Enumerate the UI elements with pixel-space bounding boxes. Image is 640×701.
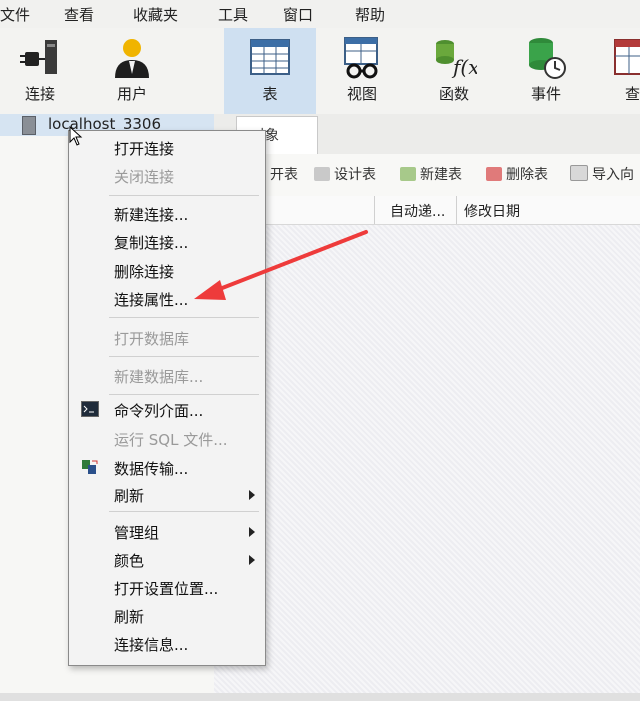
menu-command-line[interactable]: 命令列介面... — [69, 397, 265, 423]
menu-window[interactable]: 窗口 — [283, 4, 313, 25]
menu-help[interactable]: 帮助 — [355, 4, 385, 25]
menu-delete-connection-label: 删除连接 — [114, 263, 175, 281]
annotation-arrow-icon — [194, 230, 368, 300]
function-button[interactable]: f(x) 函数 — [412, 28, 496, 114]
menu-connection-info-label: 连接信息... — [114, 636, 189, 654]
table-header: 自动递... 修改日期 — [214, 196, 640, 225]
col-auto-increment[interactable]: 自动递... — [390, 201, 445, 221]
object-toolbar: 开表 设计表 新建表 删除表 导入向 — [214, 154, 640, 197]
delete-table-label: 删除表 — [506, 167, 548, 183]
design-table-button[interactable]: 设计表 — [314, 164, 376, 184]
menu-new-connection[interactable]: 新建连接... — [69, 201, 265, 227]
import-icon — [570, 165, 588, 181]
submenu-arrow-icon — [249, 555, 255, 565]
menu-connection-info[interactable]: 连接信息... — [69, 631, 265, 657]
design-table-label: 设计表 — [334, 167, 376, 183]
new-table-button[interactable]: 新建表 — [400, 164, 462, 184]
menu-tools[interactable]: 工具 — [218, 4, 248, 25]
menu-separator — [109, 511, 259, 512]
menu-separator — [109, 195, 259, 196]
menu-color-label: 颜色 — [114, 552, 145, 570]
menu-refresh-submenu[interactable]: 刷新 — [69, 482, 265, 508]
server-icon — [22, 116, 36, 135]
query-icon — [614, 39, 640, 75]
import-wizard-label: 导入向 — [592, 167, 634, 183]
event-label: 事件 — [530, 85, 561, 103]
menu-separator — [109, 394, 259, 395]
plug-icon — [20, 40, 57, 74]
menu-command-line-label: 命令列介面... — [114, 402, 204, 420]
menu-open-database: 打开数据库 — [69, 325, 265, 351]
col-modified-date[interactable]: 修改日期 — [464, 201, 520, 221]
new-table-label: 新建表 — [420, 167, 462, 183]
table-label: 表 — [262, 85, 278, 103]
user-label: 用户 — [116, 85, 147, 103]
menu-close-connection: 关闭连接 — [69, 163, 265, 189]
menu-separator — [109, 317, 259, 318]
context-menu: 打开连接 关闭连接 新建连接... 复制连接... 删除连接 连接属性... 打… — [68, 130, 266, 666]
menu-open-settings-location-label: 打开设置位置... — [114, 580, 219, 598]
menu-data-transfer[interactable]: 数据传输... — [69, 455, 265, 481]
view-label: 视图 — [346, 85, 377, 103]
user-icon — [115, 39, 149, 78]
menu-copy-connection-label: 复制连接... — [114, 234, 189, 252]
new-table-icon — [400, 167, 416, 181]
connect-label: 连接 — [24, 85, 55, 103]
submenu-arrow-icon — [249, 527, 255, 537]
menu-refresh-label: 刷新 — [114, 608, 145, 626]
submenu-arrow-icon — [249, 490, 255, 500]
main-toolbar: 连接 用户 表 视图 f(函数 事件 查 — [0, 28, 640, 114]
query-button[interactable]: 查询 — [600, 28, 640, 114]
view-button[interactable]: 视图 — [320, 28, 404, 114]
delete-table-icon — [486, 167, 502, 181]
menu-separator — [109, 356, 259, 357]
menu-run-sql-file: 运行 SQL 文件... — [69, 426, 265, 452]
menu-bar: 文件 查看 收藏夹 工具 窗口 帮助 — [0, 0, 640, 30]
menu-open-connection-label: 打开连接 — [114, 140, 175, 158]
open-table-button[interactable]: 开表 — [270, 164, 298, 184]
menu-view[interactable]: 查看 — [64, 4, 94, 25]
import-wizard-button[interactable]: 导入向 — [570, 164, 634, 184]
menu-new-database-label: 新建数据库... — [114, 368, 204, 386]
menu-refresh[interactable]: 刷新 — [69, 603, 265, 629]
menu-refresh-submenu-label: 刷新 — [114, 487, 145, 505]
menu-run-sql-file-label: 运行 SQL 文件... — [114, 431, 228, 449]
menu-close-connection-label: 关闭连接 — [114, 168, 175, 186]
user-button[interactable]: 用户 — [88, 28, 176, 114]
delete-table-button[interactable]: 删除表 — [486, 164, 548, 184]
menu-new-connection-label: 新建连接... — [114, 206, 189, 224]
query-label: 查询 — [624, 85, 640, 103]
menu-open-database-label: 打开数据库 — [114, 330, 190, 348]
menu-connection-properties-label: 连接属性... — [114, 291, 189, 309]
menu-favorites[interactable]: 收藏夹 — [133, 4, 178, 25]
status-bar — [0, 693, 640, 701]
menu-file[interactable]: 文件 — [0, 4, 30, 25]
table-icon — [250, 39, 290, 75]
function-label: 函数 — [438, 85, 469, 103]
menu-open-connection[interactable]: 打开连接 — [69, 135, 265, 161]
menu-new-database: 新建数据库... — [69, 363, 265, 389]
design-table-icon — [314, 167, 330, 181]
menu-data-transfer-label: 数据传输... — [114, 460, 189, 478]
console-icon — [81, 401, 99, 417]
menu-open-settings-location[interactable]: 打开设置位置... — [69, 575, 265, 601]
connect-button[interactable]: 连接 — [0, 28, 80, 114]
svg-text:f(x): f(x) — [451, 55, 477, 79]
view-icon — [344, 37, 378, 79]
data-transfer-icon — [82, 460, 98, 474]
table-button[interactable]: 表 — [224, 28, 316, 114]
menu-manage-group-label: 管理组 — [114, 524, 160, 542]
mouse-cursor-icon — [69, 126, 83, 146]
event-icon — [529, 38, 566, 79]
menu-color[interactable]: 颜色 — [69, 547, 265, 573]
event-button[interactable]: 事件 — [504, 28, 588, 114]
menu-manage-group[interactable]: 管理组 — [69, 519, 265, 545]
function-icon: f(x) — [436, 40, 477, 79]
